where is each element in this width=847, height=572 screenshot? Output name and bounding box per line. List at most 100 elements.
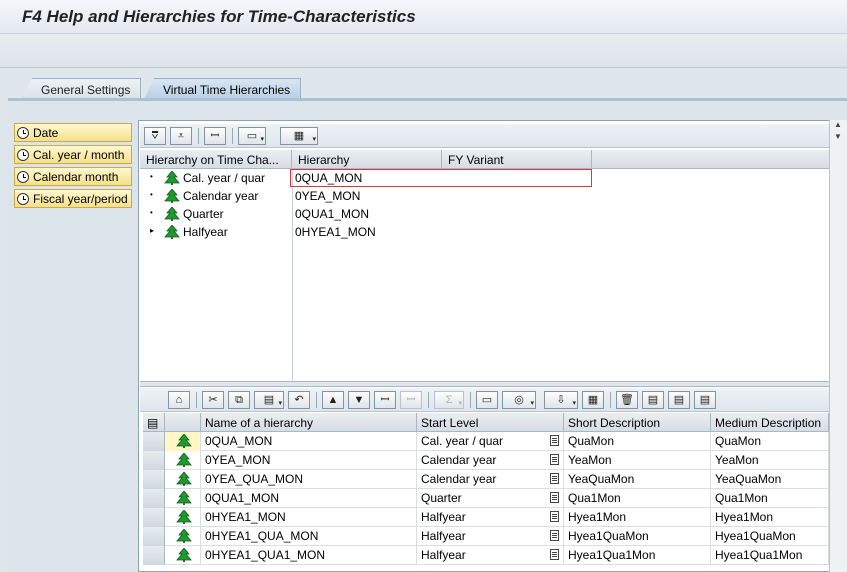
cell-start-level[interactable]: Halfyear: [417, 546, 564, 565]
value-help-icon[interactable]: [550, 530, 559, 541]
cell-name[interactable]: 0QUA_MON: [201, 432, 417, 451]
find-next-icon[interactable]: ꟷ: [400, 391, 422, 409]
cell-medium-description[interactable]: YeaQuaMon: [711, 470, 829, 489]
print-icon[interactable]: ▭: [476, 391, 498, 409]
value-help-icon[interactable]: [550, 549, 559, 560]
cell-start-level[interactable]: Calendar year: [417, 451, 564, 470]
scroll-down-icon[interactable]: ▼: [834, 132, 842, 141]
table-row[interactable]: 0HYEA1_QUA1_MON Halfyear Hyea1Qua1Mon Hy…: [143, 546, 829, 565]
insert-row-icon[interactable]: ▤: [642, 391, 664, 409]
cell-name[interactable]: 0QUA1_MON: [201, 489, 417, 508]
cut-icon[interactable]: ✂: [202, 391, 224, 409]
tree-expander-icon[interactable]: •: [150, 208, 153, 217]
cell-name[interactable]: 0HYEA1_QUA1_MON: [201, 546, 417, 565]
tab-virtual-time-hierarchies[interactable]: Virtual Time Hierarchies: [144, 78, 302, 99]
row-selector[interactable]: [143, 508, 165, 527]
nav-item-date[interactable]: Date: [14, 123, 132, 142]
cell-short-description[interactable]: Qua1Mon: [564, 489, 711, 508]
append-row-icon[interactable]: ▤: [668, 391, 690, 409]
copy-icon[interactable]: ⧉: [228, 391, 250, 409]
row-selector[interactable]: [143, 451, 165, 470]
table-row[interactable]: 0QUA1_MON Quarter Qua1Mon Qua1Mon: [143, 489, 829, 508]
cell-medium-description[interactable]: Qua1Mon: [711, 489, 829, 508]
cell-medium-description[interactable]: QuaMon: [711, 432, 829, 451]
column-header-name[interactable]: Name of a hierarchy: [201, 413, 417, 432]
table-row[interactable]: 0QUA_MON Cal. year / quar QuaMon QuaMon: [143, 432, 829, 451]
undo-icon[interactable]: ↶: [288, 391, 310, 409]
cell-short-description[interactable]: Hyea1Mon: [564, 508, 711, 527]
table-row[interactable]: 0YEA_QUA_MON Calendar year YeaQuaMon Yea…: [143, 470, 829, 489]
row-selector[interactable]: [143, 489, 165, 508]
value-help-icon[interactable]: [550, 473, 559, 484]
tree-node-cal-year-quar[interactable]: • Cal. year / quar 0QUA_MON: [140, 169, 600, 187]
sort-ascending-icon[interactable]: ▲: [322, 391, 344, 409]
cell-short-description[interactable]: QuaMon: [564, 432, 711, 451]
nav-item-fiscal-year-period[interactable]: Fiscal year/period: [14, 189, 132, 208]
column-header-medium-description[interactable]: Medium Description: [711, 413, 829, 432]
time-characteristic-nav: Date Cal. year / month Calendar month Fi…: [14, 123, 132, 211]
filter-icon[interactable]: ▼: [348, 391, 370, 409]
cell-name[interactable]: 0HYEA1_MON: [201, 508, 417, 527]
value-help-icon[interactable]: [550, 435, 559, 446]
column-header-start-level[interactable]: Start Level: [417, 413, 564, 432]
row-selector[interactable]: [143, 527, 165, 546]
nav-item-cal-year-month[interactable]: Cal. year / month: [14, 145, 132, 164]
cell-short-description[interactable]: YeaMon: [564, 451, 711, 470]
table-row[interactable]: 0HYEA1_MON Halfyear Hyea1Mon Hyea1Mon: [143, 508, 829, 527]
nav-item-calendar-month[interactable]: Calendar month: [14, 167, 132, 186]
tree-node-quarter[interactable]: • Quarter 0QUA1_MON: [140, 205, 600, 223]
copy-row-icon[interactable]: ▤: [694, 391, 716, 409]
toolbar-separator: [196, 392, 197, 408]
print-menu-button[interactable]: ▭ ▾: [238, 127, 266, 145]
tree-node-calendar-year[interactable]: • Calendar year 0YEA_MON: [140, 187, 600, 205]
cell-name[interactable]: 0YEA_QUA_MON: [201, 470, 417, 489]
column-header-fy-variant[interactable]: FY Variant: [442, 150, 592, 169]
row-selector[interactable]: [143, 546, 165, 565]
value-help-icon[interactable]: [550, 511, 559, 522]
export-menu-button[interactable]: ⇩ ▾: [544, 391, 578, 409]
column-header-hierarchy[interactable]: Hierarchy: [292, 150, 442, 169]
tree-node-halfyear[interactable]: ▸ Halfyear 0HYEA1_MON: [140, 223, 600, 241]
scroll-up-icon[interactable]: ▲: [834, 120, 842, 129]
table-row[interactable]: 0YEA_MON Calendar year YeaMon YeaMon: [143, 451, 829, 470]
cell-short-description[interactable]: Hyea1QuaMon: [564, 527, 711, 546]
views-menu-button[interactable]: ◎ ▾: [502, 391, 536, 409]
cell-start-level[interactable]: Halfyear: [417, 527, 564, 546]
layout-menu-button[interactable]: ▦ ▾: [280, 127, 318, 145]
cell-short-description[interactable]: Hyea1Qua1Mon: [564, 546, 711, 565]
value-help-icon[interactable]: [550, 492, 559, 503]
row-selector[interactable]: [143, 432, 165, 451]
select-all-icon[interactable]: ▤: [143, 413, 165, 432]
cell-medium-description[interactable]: Hyea1Qua1Mon: [711, 546, 829, 565]
row-selector[interactable]: [143, 470, 165, 489]
column-header-time-characteristic[interactable]: Hierarchy on Time Cha...: [140, 150, 292, 169]
cell-start-level[interactable]: Cal. year / quar: [417, 432, 564, 451]
find-icon[interactable]: ꟷ: [204, 127, 226, 145]
expand-all-button[interactable]: ⩢: [144, 127, 166, 145]
cell-start-level[interactable]: Halfyear: [417, 508, 564, 527]
tree-expander-icon[interactable]: ▸: [150, 226, 154, 235]
paste-menu-button[interactable]: ▤ ▾: [254, 391, 284, 409]
tree-expander-icon[interactable]: •: [150, 172, 153, 181]
collapse-all-button[interactable]: ⩡: [170, 127, 192, 145]
pane-splitter[interactable]: [140, 381, 829, 387]
table-row[interactable]: 0HYEA1_QUA_MON Halfyear Hyea1QuaMon Hyea…: [143, 527, 829, 546]
cell-start-level[interactable]: Quarter: [417, 489, 564, 508]
tree-expander-icon[interactable]: •: [150, 190, 153, 199]
sum-menu-button[interactable]: Σ ▾: [434, 391, 464, 409]
cell-short-description[interactable]: YeaQuaMon: [564, 470, 711, 489]
find-icon[interactable]: ꟷ: [374, 391, 396, 409]
delete-icon[interactable]: 🗑: [616, 391, 638, 409]
cell-name[interactable]: 0YEA_MON: [201, 451, 417, 470]
cell-medium-description[interactable]: Hyea1QuaMon: [711, 527, 829, 546]
details-button[interactable]: ⌂: [168, 391, 190, 409]
cell-medium-description[interactable]: Hyea1Mon: [711, 508, 829, 527]
cell-medium-description[interactable]: YeaMon: [711, 451, 829, 470]
cell-start-level[interactable]: Calendar year: [417, 470, 564, 489]
column-header-short-description[interactable]: Short Description: [564, 413, 711, 432]
tab-general-settings[interactable]: General Settings: [22, 78, 142, 99]
cell-name[interactable]: 0HYEA1_QUA_MON: [201, 527, 417, 546]
layout-icon[interactable]: ▦: [582, 391, 604, 409]
vertical-scrollbar[interactable]: ▲ ▼: [829, 120, 847, 572]
value-help-icon[interactable]: [550, 454, 559, 465]
